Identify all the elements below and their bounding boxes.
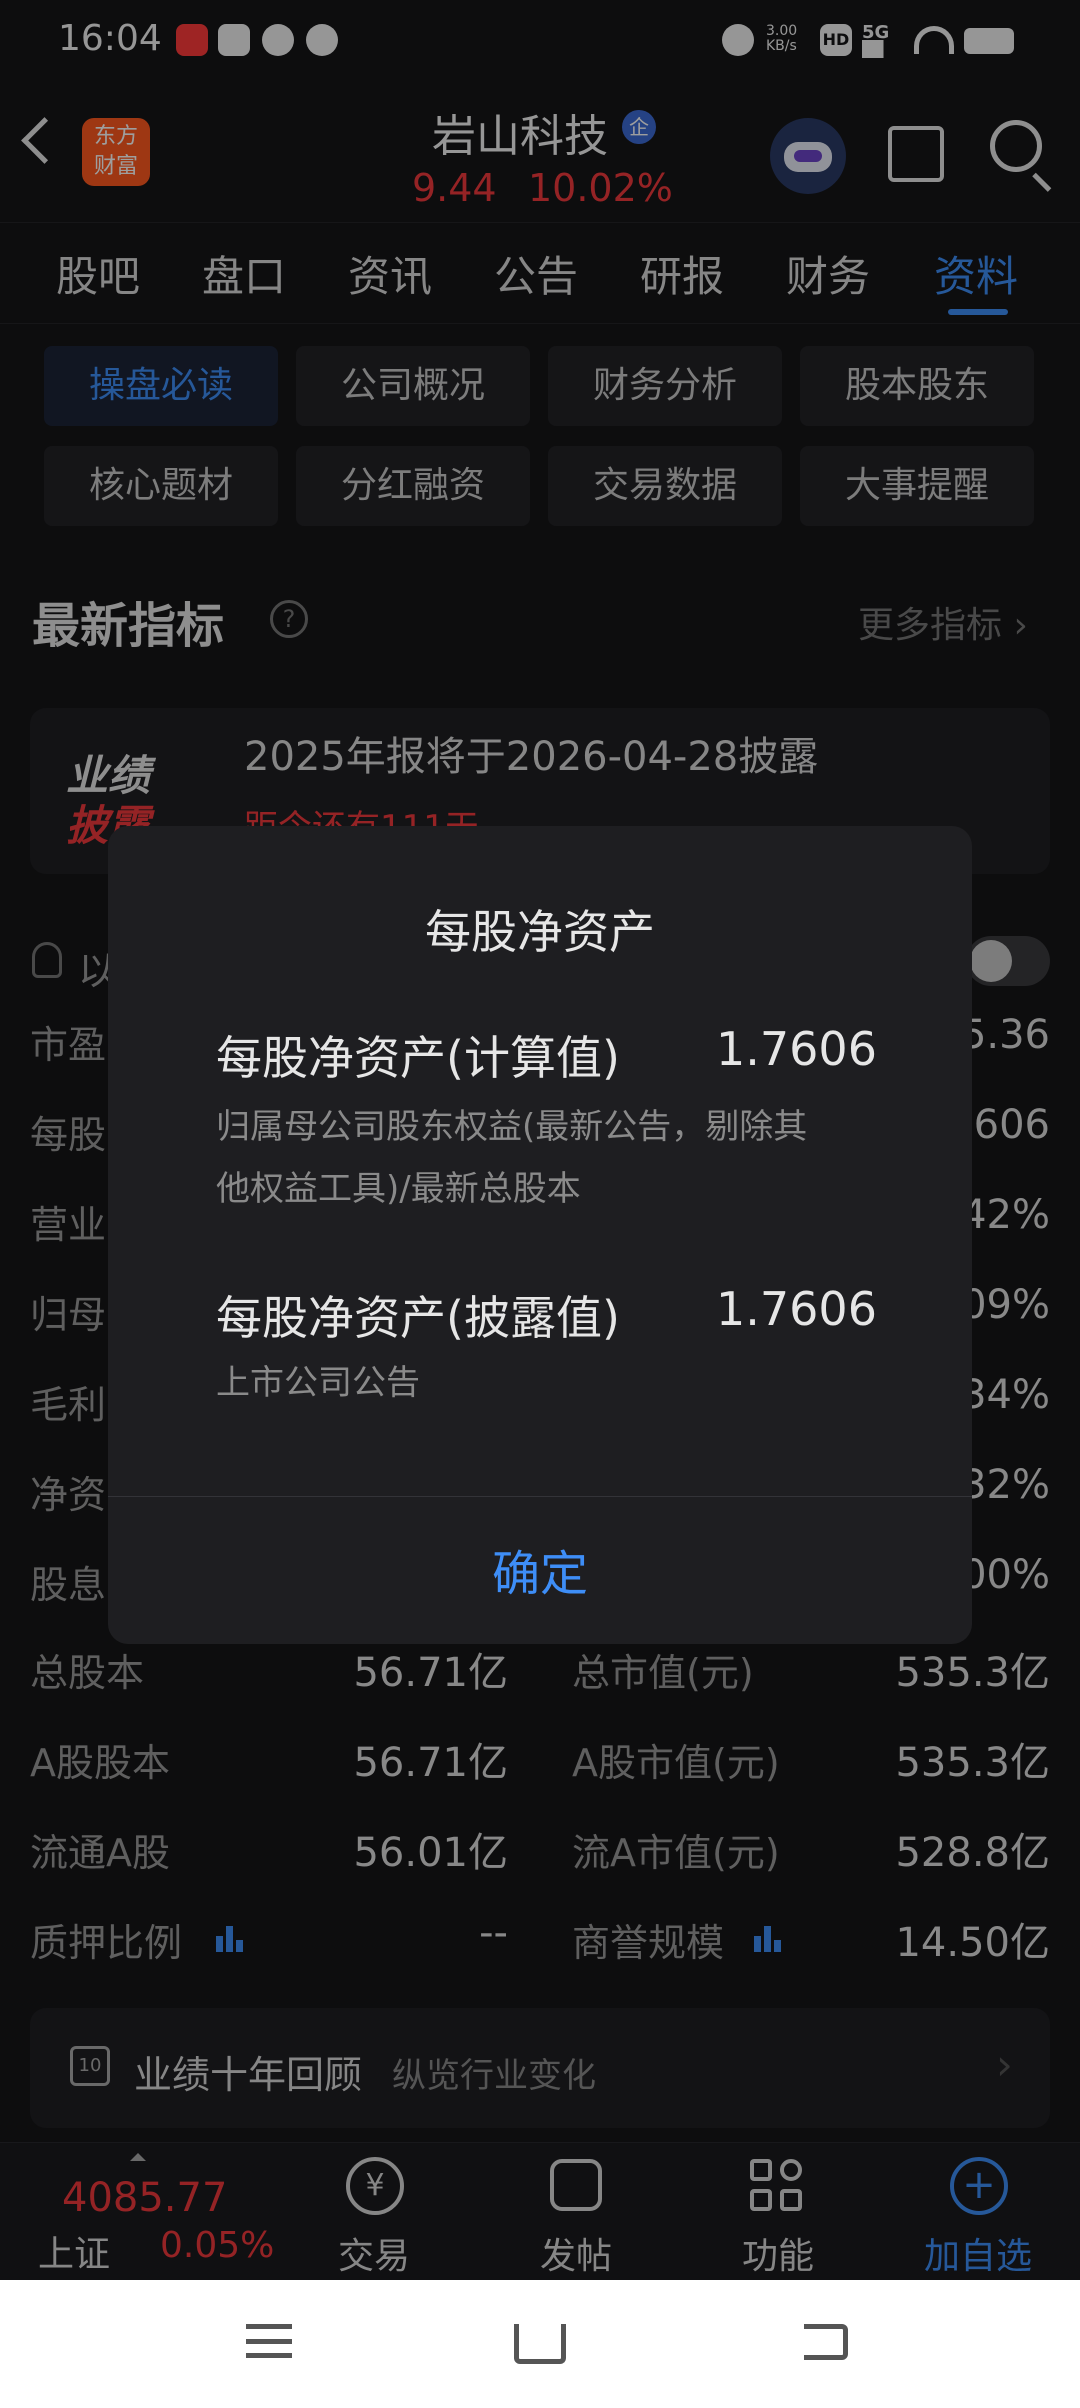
dialog-row2-value: 1.7606 (716, 1282, 877, 1336)
dialog-row2-label: 每股净资产(披露值) (216, 1291, 620, 1345)
dialog-title: 每股净资产 (425, 905, 655, 959)
back-nav-icon[interactable] (804, 2324, 848, 2360)
dialog-row1-label: 每股净资产(计算值) (216, 1031, 620, 1085)
dialog-row2-desc: 上市公司公告 (216, 1363, 420, 1403)
dialog-row1-value: 1.7606 (716, 1022, 877, 1076)
bvps-dialog: 每股净资产 每股净资产(计算值) 1.7606 归属母公司股东权益(最新公告，剔… (108, 826, 972, 1644)
system-nav-bar (0, 2280, 1080, 2408)
dialog-divider (108, 1496, 972, 1497)
dialog-row1-desc-2: 他权益工具)/最新总股本 (216, 1169, 581, 1209)
home-icon[interactable] (514, 2324, 566, 2364)
dialog-row1-desc-1: 归属母公司股东权益(最新公告，剔除其 (216, 1107, 808, 1147)
menu-icon[interactable] (246, 2324, 292, 2358)
confirm-button[interactable]: 确定 (108, 1534, 972, 1604)
